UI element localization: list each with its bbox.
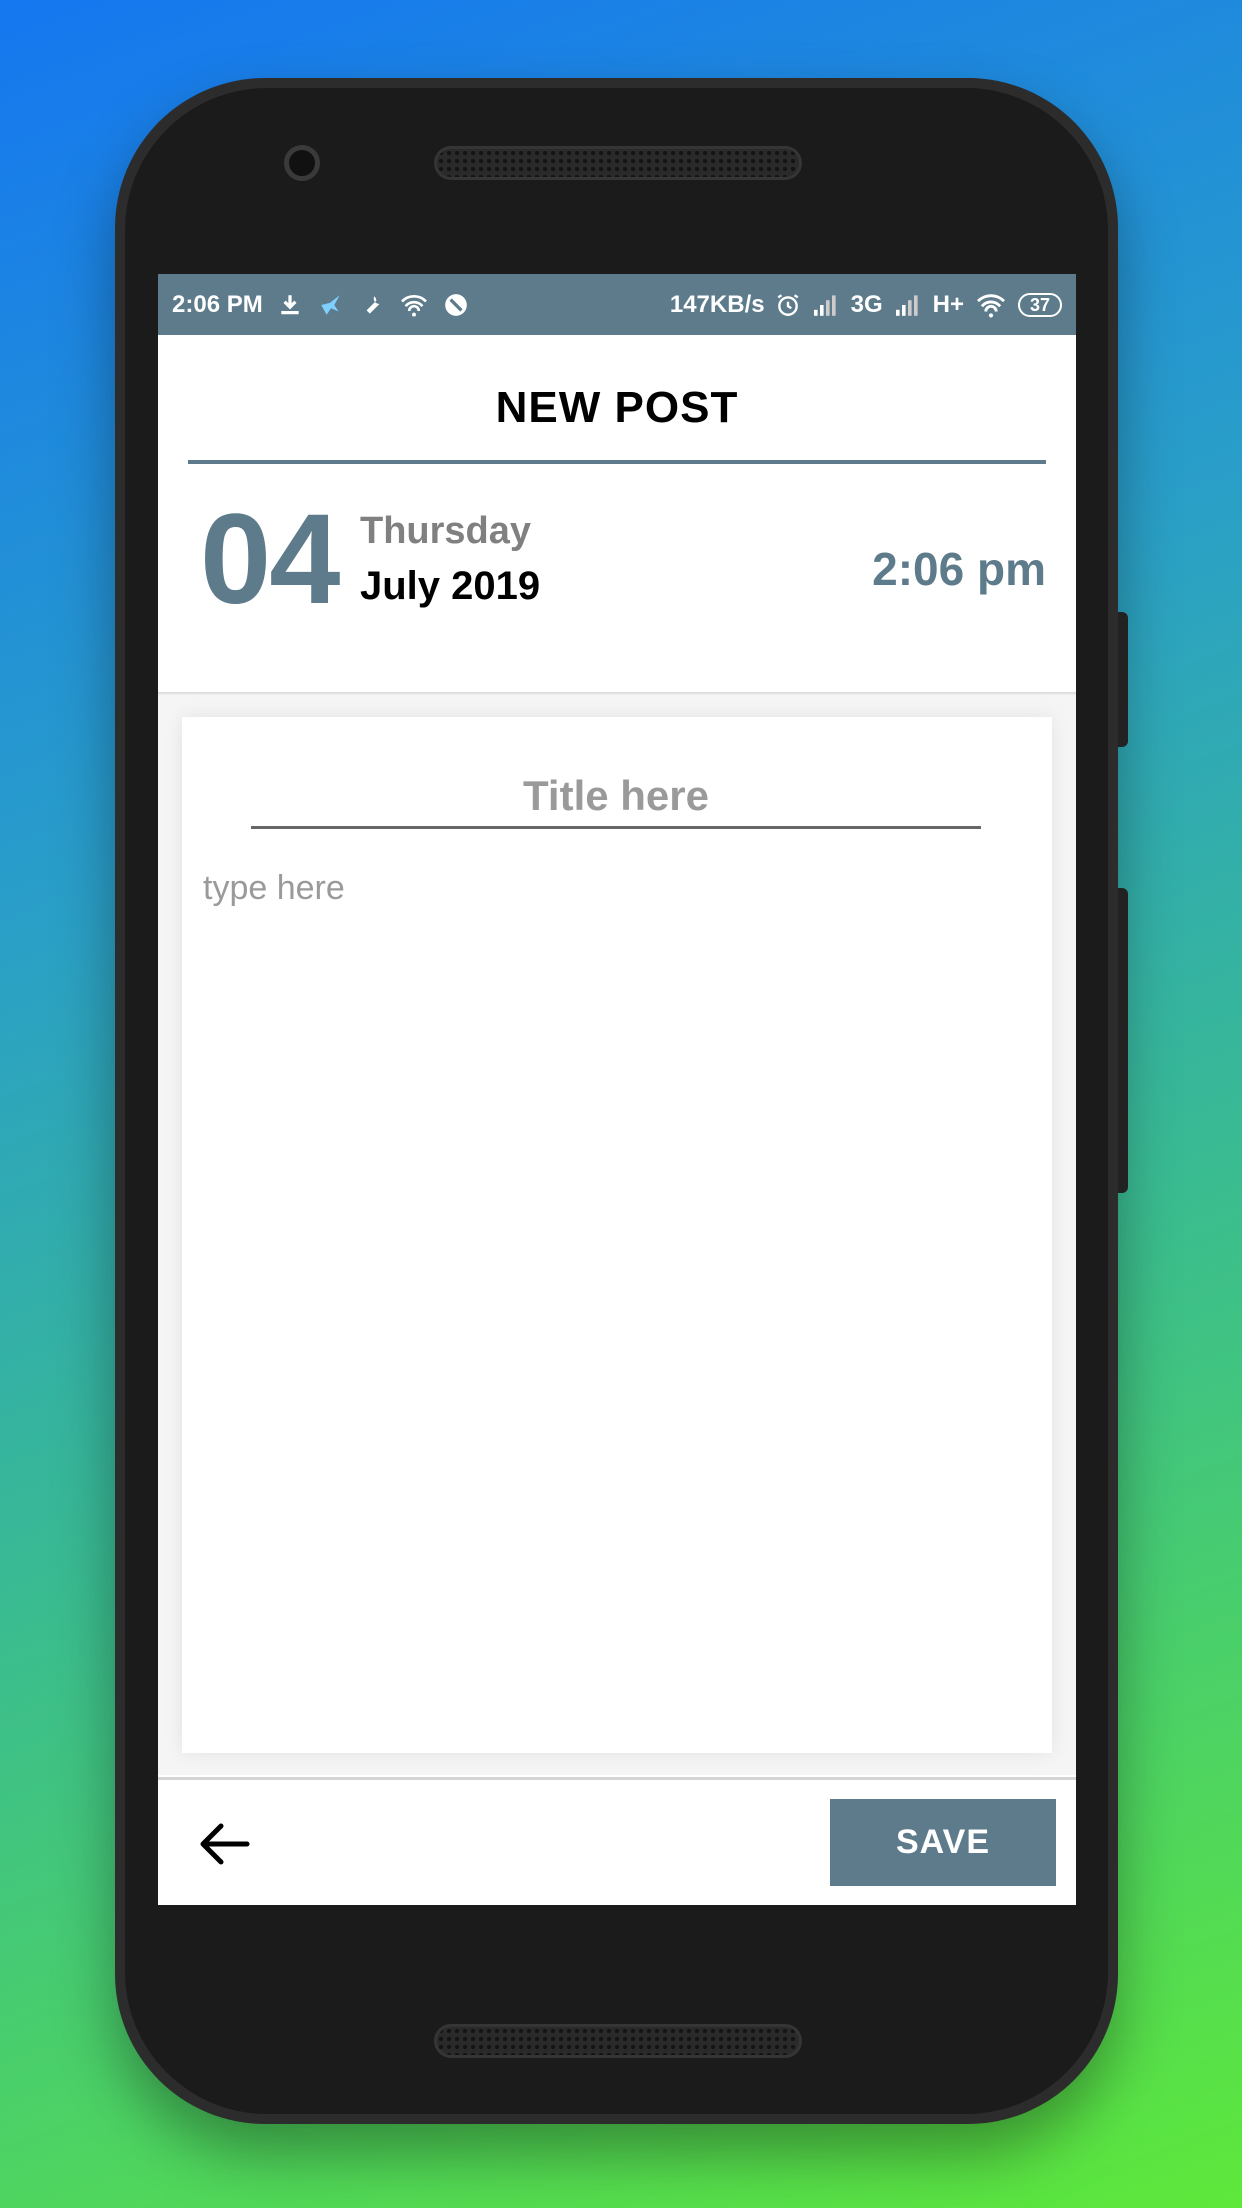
header-divider xyxy=(188,460,1046,464)
day-number: 04 xyxy=(200,488,340,631)
body-input[interactable] xyxy=(203,869,1033,1729)
status-left: 2:06 PM xyxy=(172,291,469,319)
back-arrow-icon xyxy=(197,1822,251,1871)
alarm-icon xyxy=(775,292,801,318)
date-block: 04 Thursday July 2019 2:06 pm xyxy=(158,466,1076,692)
title-input[interactable] xyxy=(251,765,981,829)
bird-icon xyxy=(317,292,345,318)
back-button[interactable] xyxy=(196,1818,252,1874)
download-icon xyxy=(277,292,303,318)
status-bar: 2:06 PM 147KB/s 3G H+ 37 xyxy=(158,274,1076,335)
bottom-bar: SAVE xyxy=(158,1777,1076,1905)
month-year-label: July 2019 xyxy=(360,564,541,608)
power-button xyxy=(1118,612,1128,747)
network-type-3g: 3G xyxy=(850,290,883,318)
battery-icon: 37 xyxy=(1017,292,1062,317)
time-label: 2:06 pm xyxy=(872,543,1046,595)
editor-card xyxy=(182,717,1052,1753)
wrench-icon xyxy=(359,292,385,318)
signal-icon xyxy=(893,293,923,317)
network-speed: 147KB/s xyxy=(669,290,765,318)
front-camera xyxy=(284,145,320,181)
signal-icon xyxy=(811,293,841,317)
block-icon xyxy=(443,292,469,318)
top-speaker xyxy=(434,146,802,180)
status-right: 147KB/s 3G H+ 37 xyxy=(670,291,1062,319)
weekday-label: Thursday xyxy=(360,510,532,552)
status-time: 2:06 PM xyxy=(172,290,263,318)
wifi-icon xyxy=(974,292,1008,318)
volume-button xyxy=(1118,888,1128,1193)
network-type-hplus: H+ xyxy=(932,290,964,318)
editor-area xyxy=(158,695,1076,1775)
wifi-icon xyxy=(399,293,429,317)
save-button[interactable]: SAVE xyxy=(830,1799,1056,1886)
page-title: NEW POST xyxy=(495,383,739,432)
app-screen: 2:06 PM 147KB/s 3G H+ 37 NEW POST 04 Thu… xyxy=(158,274,1076,1905)
page-header: NEW POST xyxy=(158,335,1076,465)
bottom-speaker xyxy=(434,2024,802,2058)
